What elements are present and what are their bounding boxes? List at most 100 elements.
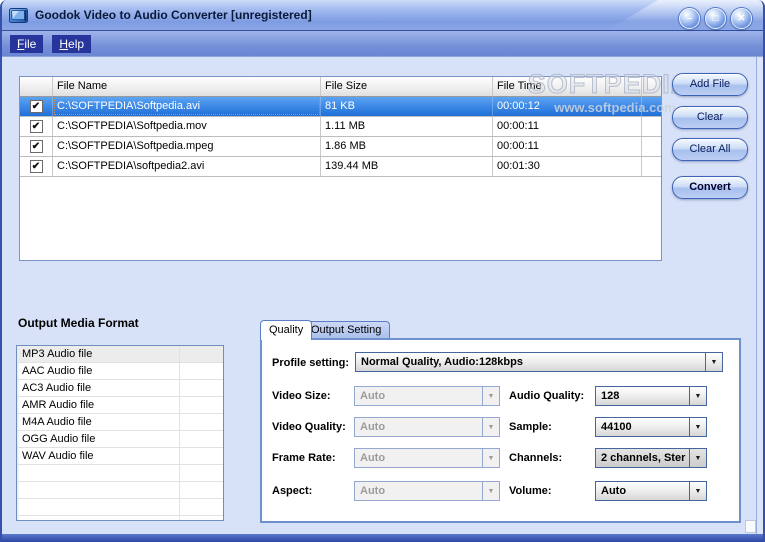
- window-right-edge: [756, 57, 763, 534]
- check-icon: ✔: [31, 160, 41, 172]
- filler-cell: [642, 137, 661, 156]
- format-list-empty-row: [17, 499, 223, 516]
- maximize-button[interactable]: □: [705, 8, 726, 29]
- frame-rate-combobox[interactable]: Auto ▼: [354, 448, 500, 468]
- close-button[interactable]: ✕: [731, 8, 752, 29]
- checkbox-cell: ✔: [20, 157, 53, 176]
- chevron-down-icon[interactable]: ▼: [689, 418, 706, 436]
- file-time-cell: 00:01:30: [493, 157, 642, 176]
- file-name-cell: C:\SOFTPEDIA\Softpedia.mov: [53, 117, 321, 136]
- quality-panel: Profile setting: Normal Quality, Audio:1…: [260, 338, 741, 523]
- clear-button[interactable]: Clear: [672, 106, 748, 129]
- volume-label: Volume:: [509, 485, 552, 497]
- filler-cell: [642, 157, 661, 176]
- profile-setting-combobox[interactable]: Normal Quality, Audio:128kbps ▼: [355, 352, 723, 372]
- check-icon: ✔: [31, 100, 41, 112]
- frame-rate-label: Frame Rate:: [272, 452, 336, 464]
- format-list-item[interactable]: AMR Audio file: [17, 397, 223, 414]
- convert-button[interactable]: Convert: [672, 176, 748, 199]
- file-time-cell: 00:00:12: [493, 97, 642, 116]
- format-list-item[interactable]: AC3 Audio file: [17, 380, 223, 397]
- chevron-down-icon[interactable]: ▼: [482, 418, 499, 436]
- chevron-down-icon[interactable]: ▼: [689, 387, 706, 405]
- audio-quality-label: Audio Quality:: [509, 390, 585, 402]
- chevron-down-icon[interactable]: ▼: [482, 387, 499, 405]
- close-icon: ✕: [737, 12, 746, 24]
- format-list-empty-row: [17, 465, 223, 482]
- filler-cell: [642, 117, 661, 136]
- profile-setting-label: Profile setting:: [272, 357, 350, 369]
- row-checkbox[interactable]: ✔: [29, 160, 43, 173]
- chevron-down-icon[interactable]: ▼: [705, 353, 722, 371]
- column-header-filler: [642, 77, 661, 96]
- volume-combobox[interactable]: Auto ▼: [595, 481, 707, 501]
- aspect-combobox[interactable]: Auto ▼: [354, 481, 500, 501]
- file-time-cell: 00:00:11: [493, 137, 642, 156]
- file-size-cell: 81 KB: [321, 97, 493, 116]
- file-time-cell: 00:00:11: [493, 117, 642, 136]
- check-icon: ✔: [31, 140, 41, 152]
- titlebar: Goodok Video to Audio Converter [unregis…: [2, 0, 763, 31]
- output-format-list: MP3 Audio file AAC Audio file AC3 Audio …: [16, 345, 224, 521]
- file-name-cell: C:\SOFTPEDIA\Softpedia.avi: [53, 97, 321, 116]
- chevron-down-icon[interactable]: ▼: [689, 449, 706, 467]
- column-header-checkbox[interactable]: [20, 77, 53, 96]
- channels-label: Channels:: [509, 452, 563, 464]
- format-list-item[interactable]: WAV Audio file: [17, 448, 223, 465]
- chevron-down-icon[interactable]: ▼: [482, 482, 499, 500]
- tab-quality[interactable]: Quality: [260, 320, 313, 340]
- format-list-empty-row: [17, 482, 223, 499]
- table-row[interactable]: ✔ C:\SOFTPEDIA\softpedia2.avi 139.44 MB …: [20, 157, 661, 177]
- window-bottom-edge: [2, 534, 763, 542]
- channels-combobox[interactable]: 2 channels, Ster ▼: [595, 448, 707, 468]
- column-header-file-size[interactable]: File Size: [321, 77, 493, 96]
- format-list-item[interactable]: MP3 Audio file: [17, 346, 223, 363]
- menu-item-help[interactable]: Help: [52, 34, 92, 53]
- column-header-file-name[interactable]: File Name: [53, 77, 321, 96]
- sample-label: Sample:: [509, 421, 552, 433]
- row-checkbox[interactable]: ✔: [29, 120, 43, 133]
- file-size-cell: 1.86 MB: [321, 137, 493, 156]
- sample-combobox[interactable]: 44100 ▼: [595, 417, 707, 437]
- filler-cell: [642, 97, 661, 116]
- aspect-label: Aspect:: [272, 485, 313, 497]
- table-row[interactable]: ✔ C:\SOFTPEDIA\Softpedia.avi 81 KB 00:00…: [20, 97, 661, 117]
- window-title: Goodok Video to Audio Converter [unregis…: [35, 8, 312, 22]
- chevron-down-icon[interactable]: ▼: [689, 482, 706, 500]
- format-list-item[interactable]: AAC Audio file: [17, 363, 223, 380]
- minimize-icon: –: [686, 12, 693, 24]
- format-list-item[interactable]: M4A Audio file: [17, 414, 223, 431]
- checkbox-cell: ✔: [20, 137, 53, 156]
- video-size-label: Video Size:: [272, 390, 331, 402]
- video-size-combobox[interactable]: Auto ▼: [354, 386, 500, 406]
- minimize-button[interactable]: –: [679, 8, 700, 29]
- file-size-cell: 1.11 MB: [321, 117, 493, 136]
- app-icon: [9, 7, 28, 23]
- video-quality-combobox[interactable]: Auto ▼: [354, 417, 500, 437]
- file-name-cell: C:\SOFTPEDIA\Softpedia.mpeg: [53, 137, 321, 156]
- chevron-down-icon[interactable]: ▼: [482, 449, 499, 467]
- check-icon: ✔: [31, 120, 41, 132]
- video-quality-label: Video Quality:: [272, 421, 346, 433]
- table-row[interactable]: ✔ C:\SOFTPEDIA\Softpedia.mov 1.11 MB 00:…: [20, 117, 661, 137]
- audio-quality-combobox[interactable]: 128 ▼: [595, 386, 707, 406]
- row-checkbox[interactable]: ✔: [29, 140, 43, 153]
- row-checkbox[interactable]: ✔: [29, 100, 43, 113]
- window-controls: – □ ✕: [679, 8, 752, 29]
- file-table-header: File Name File Size File Time: [20, 77, 661, 97]
- column-header-file-time[interactable]: File Time: [493, 77, 642, 96]
- file-name-cell: C:\SOFTPEDIA\softpedia2.avi: [53, 157, 321, 176]
- menu-item-file[interactable]: File: [10, 34, 44, 53]
- maximize-icon: □: [712, 12, 719, 24]
- format-list-item[interactable]: OGG Audio file: [17, 431, 223, 448]
- file-size-cell: 139.44 MB: [321, 157, 493, 176]
- checkbox-cell: ✔: [20, 117, 53, 136]
- table-row[interactable]: ✔ C:\SOFTPEDIA\Softpedia.mpeg 1.86 MB 00…: [20, 137, 661, 157]
- resize-grip[interactable]: [745, 520, 756, 533]
- clear-all-button[interactable]: Clear All: [672, 138, 748, 161]
- file-table: File Name File Size File Time ✔ C:\SOFTP…: [19, 76, 662, 261]
- add-file-button[interactable]: Add File: [672, 73, 748, 96]
- tab-output-setting[interactable]: Output Setting: [302, 321, 391, 339]
- checkbox-cell: ✔: [20, 97, 53, 116]
- app-window: Goodok Video to Audio Converter [unregis…: [0, 0, 765, 542]
